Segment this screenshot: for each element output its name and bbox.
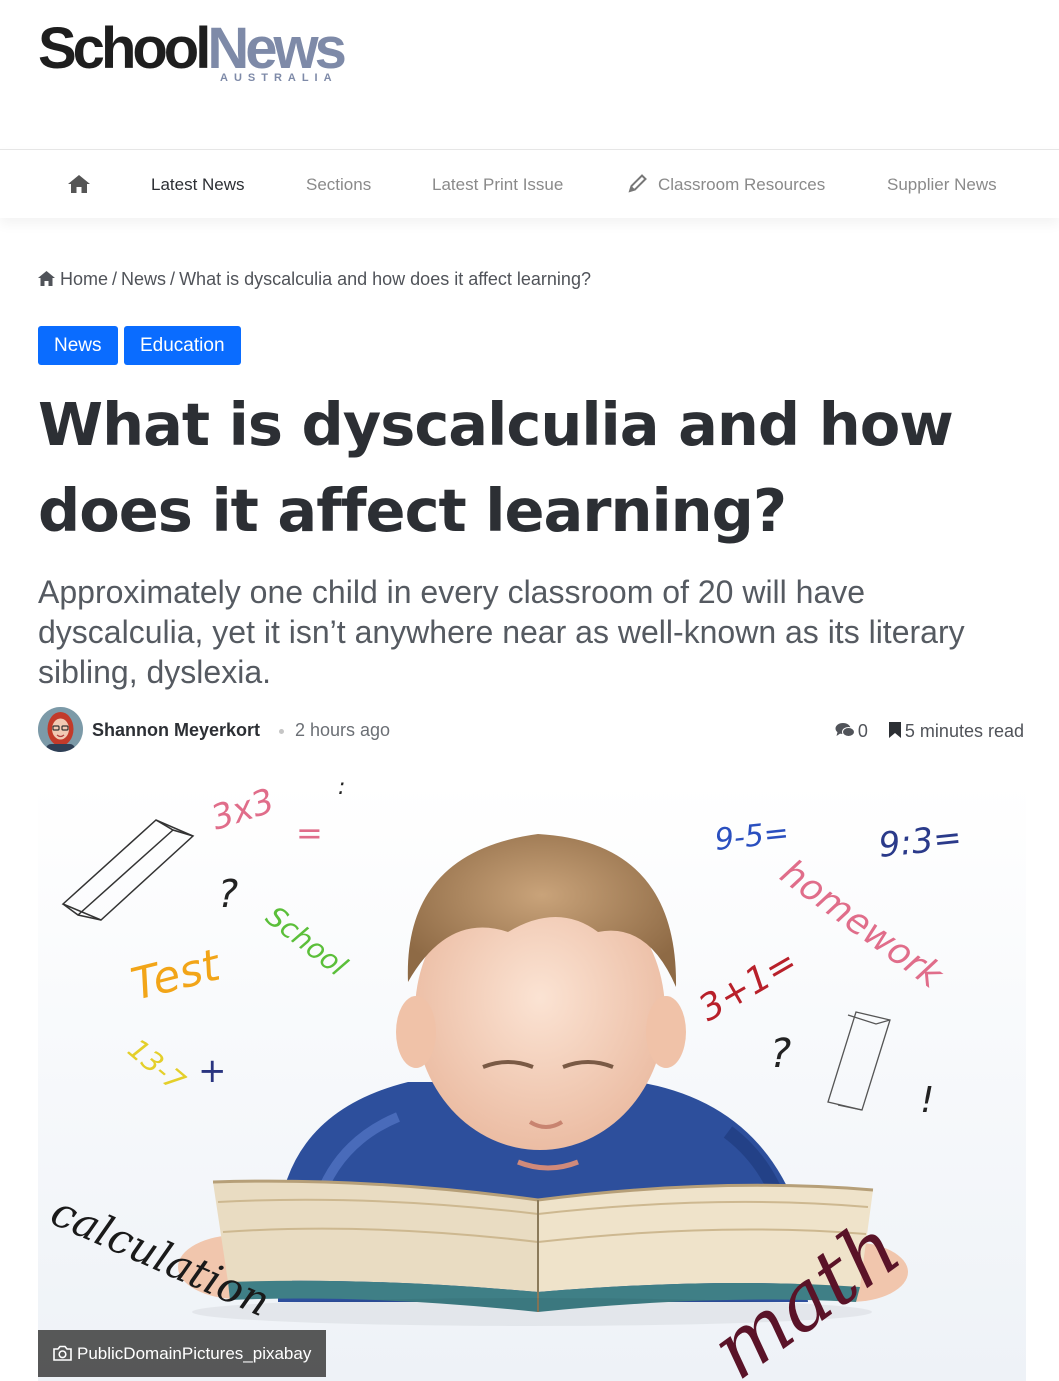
breadcrumb-separator: /: [170, 269, 176, 289]
author-avatar-image: [38, 707, 83, 752]
breadcrumb-news[interactable]: News: [121, 269, 166, 289]
site-logo[interactable]: SchoolNews AUSTRALIA: [38, 16, 347, 90]
scribble-colon: :: [338, 782, 345, 800]
scribble-equals: =: [296, 814, 323, 852]
comments-icon: [835, 723, 855, 737]
breadcrumb-separator: /: [112, 269, 118, 289]
nav-item-sections[interactable]: Sections: [306, 150, 371, 219]
article-stats: 0 5 minutes read: [835, 720, 1024, 742]
nav-item-latest-news[interactable]: Latest News: [151, 150, 245, 219]
meta-separator-dot: [279, 729, 284, 734]
logo-wordmark: SchoolNews: [38, 16, 347, 81]
tag-news[interactable]: News: [38, 326, 118, 365]
hero-image: 3x3 = : ? School Test 13-7 + 9-5= 9:3= h…: [38, 782, 1026, 1381]
nav-item-latest-print-issue[interactable]: Latest Print Issue: [432, 150, 563, 219]
home-icon[interactable]: [68, 175, 90, 193]
comments-link[interactable]: 0: [835, 720, 873, 741]
breadcrumb-current: What is dyscalculia and how does it affe…: [179, 269, 591, 289]
pencil-icon: [628, 174, 647, 193]
nav-item-classroom-resources[interactable]: Classroom Resources: [628, 150, 825, 219]
breadcrumb-home[interactable]: Home: [60, 269, 108, 289]
nav-item-supplier-news[interactable]: Supplier News: [887, 150, 997, 219]
avatar[interactable]: [38, 707, 83, 752]
nav-item-label: Classroom Resources: [658, 175, 826, 194]
hero-illustration: 3x3 = : ? School Test 13-7 + 9-5= 9:3= h…: [38, 782, 1026, 1381]
bookmark-icon: [888, 722, 901, 738]
read-time: 5 minutes read: [904, 720, 1024, 741]
home-icon: [38, 271, 55, 286]
author-name[interactable]: Shannon Meyerkort: [92, 720, 260, 741]
post-time: 2 hours ago: [295, 720, 391, 740]
scribble-plus: +: [198, 1051, 227, 1091]
comments-count: 0: [857, 720, 868, 741]
image-caption-text: PublicDomainPictures_pixabay: [77, 1344, 312, 1363]
camera-icon: [53, 1345, 72, 1361]
page-title: What is dyscalculia and how does it affe…: [38, 390, 954, 545]
main-nav: Latest News Sections Latest Print Issue …: [0, 149, 1059, 218]
image-caption: PublicDomainPictures_pixabay: [38, 1330, 327, 1377]
scribble-exclamation: !: [920, 1080, 934, 1121]
scribble-question-1: ?: [218, 872, 238, 916]
scribble-question-2: ?: [770, 1031, 791, 1077]
tag-education[interactable]: Education: [124, 326, 241, 365]
article-subtitle: Approximately one child in every classro…: [38, 574, 965, 690]
breadcrumb: Home / News / What is dyscalculia and how do…: [38, 269, 591, 290]
logo-subtitle: AUSTRALIA: [220, 72, 338, 84]
